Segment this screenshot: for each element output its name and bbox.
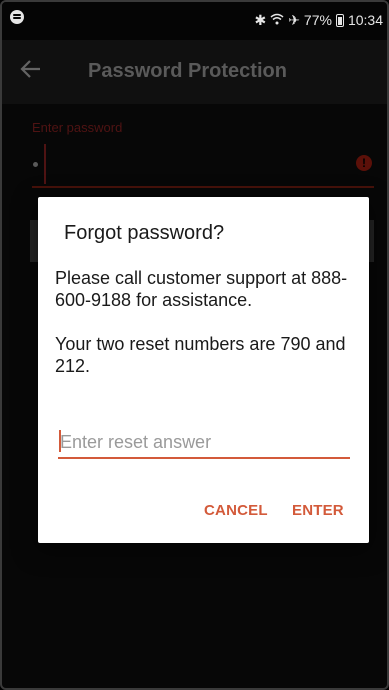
phone-screen: ✱ ✈ 77% 10:34 Password Protection Enter …: [0, 0, 389, 690]
bluetooth-icon: ✱: [254, 12, 267, 28]
input-caret: [59, 430, 61, 452]
dialog-message: Please call customer support at 888-600-…: [55, 267, 355, 399]
status-icons: ✱ ✈ 77% 10:34: [254, 12, 383, 28]
forgot-password-dialog: Forgot password? Please call customer su…: [38, 197, 369, 543]
enter-button[interactable]: ENTER: [292, 502, 344, 519]
reset-answer-input[interactable]: [58, 427, 350, 459]
dialog-title: Forgot password?: [64, 222, 225, 244]
reset-numbers-message: Your two reset numbers are 790 and 212.: [55, 334, 346, 376]
battery-icon: [335, 13, 344, 27]
status-bar: ✱ ✈ 77% 10:34: [2, 2, 387, 40]
airplane-icon: ✈: [288, 12, 300, 28]
clock: 10:34: [347, 12, 383, 28]
support-message: Please call customer support at 888-600-…: [55, 268, 348, 310]
wifi-icon: [270, 13, 284, 27]
battery-percent: 77%: [303, 12, 332, 28]
spotify-icon: [10, 10, 24, 24]
cancel-button[interactable]: CANCEL: [204, 502, 268, 519]
